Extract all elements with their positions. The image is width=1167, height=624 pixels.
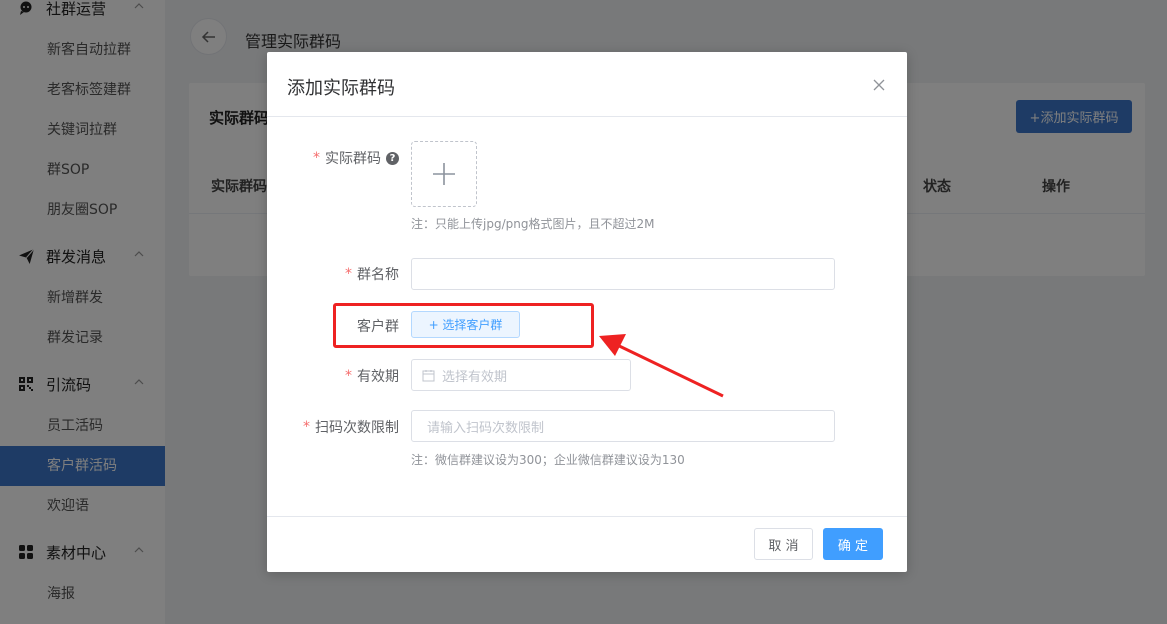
required-mark: * [345, 266, 352, 282]
calendar-icon [422, 369, 435, 381]
qrcode-label-text: 实际群码 [325, 151, 381, 167]
confirm-button[interactable]: 确 定 [823, 528, 883, 560]
scan-limit-note: 注：微信群建议设为300；企业微信群建议设为130 [411, 453, 685, 467]
valid-period-label-text: 有效期 [357, 369, 399, 385]
qrcode-upload-note: 注：只能上传jpg/png格式图片，且不超过2M [411, 217, 655, 231]
dialog-header-divider [267, 116, 907, 117]
valid-period-placeholder: 选择有效期 [442, 369, 508, 385]
required-mark: * [313, 150, 320, 166]
annotation-arrow-icon [599, 334, 724, 398]
scan-limit-label-text: 扫码次数限制 [315, 420, 399, 436]
qrcode-label: * 实际群码 ? [313, 148, 399, 168]
annotation-highlight-box [333, 303, 594, 348]
scan-limit-input[interactable]: 请输入扫码次数限制 [411, 410, 835, 442]
close-icon[interactable] [870, 76, 888, 94]
required-mark: * [303, 419, 310, 435]
dialog-footer-divider [267, 516, 907, 517]
scan-limit-placeholder: 请输入扫码次数限制 [427, 420, 545, 436]
group-name-label-text: 群名称 [357, 267, 399, 283]
cancel-button[interactable]: 取 消 [754, 528, 813, 560]
valid-period-label: * 有效期 [345, 366, 399, 386]
group-name-input[interactable] [411, 258, 835, 290]
group-name-label: * 群名称 [345, 264, 399, 284]
help-icon[interactable]: ? [386, 151, 399, 165]
scan-limit-label: * 扫码次数限制 [303, 417, 399, 437]
plus-icon [433, 163, 455, 185]
dialog-title: 添加实际群码 [287, 78, 395, 99]
qrcode-upload[interactable] [411, 141, 477, 207]
required-mark: * [345, 368, 352, 384]
